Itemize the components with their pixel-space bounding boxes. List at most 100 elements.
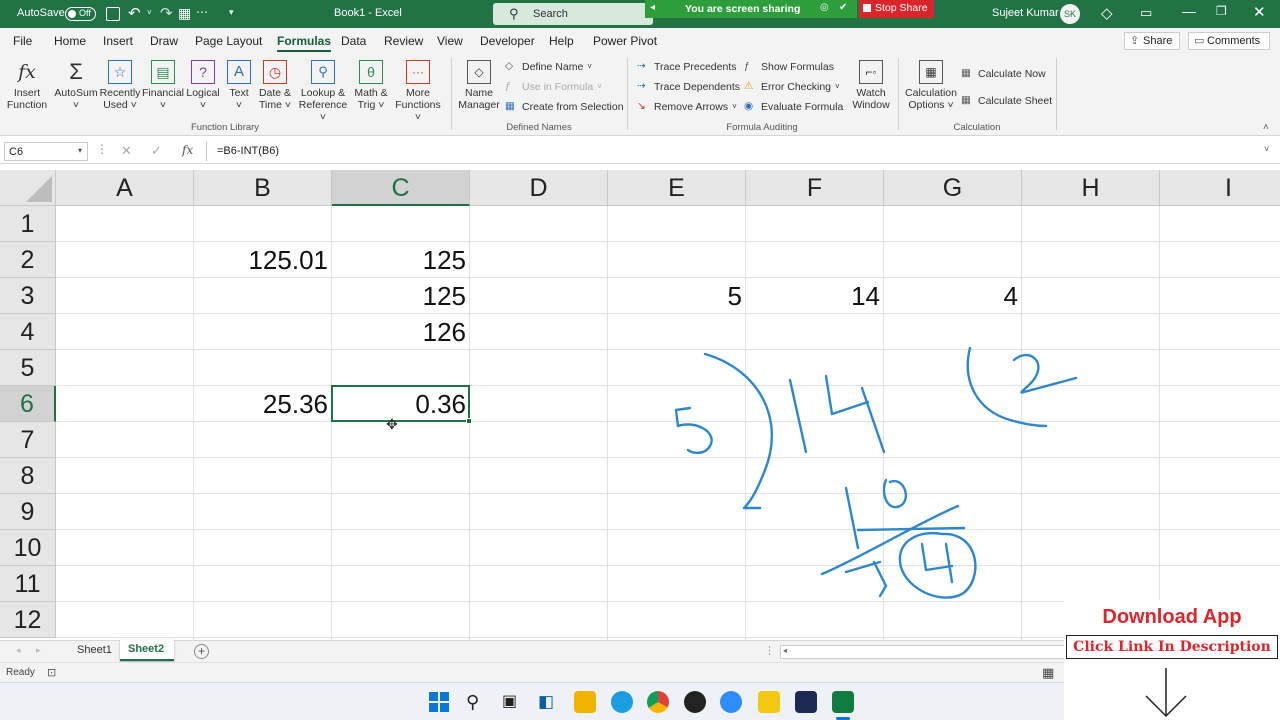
scroll-left-arrow-icon[interactable]: ◂ — [783, 646, 787, 655]
tab-view[interactable]: View — [437, 34, 463, 48]
tab-help[interactable]: Help — [549, 34, 574, 48]
tab-file[interactable]: File — [13, 34, 32, 48]
tab-split-handle-icon[interactable]: ⋮ — [764, 644, 775, 657]
enter-icon[interactable]: ✓ — [151, 143, 162, 159]
normal-view-icon[interactable]: ▦ — [1042, 665, 1054, 681]
tab-developer[interactable]: Developer — [480, 34, 535, 48]
search-icon[interactable]: ⚲ — [466, 691, 488, 713]
tab-draw[interactable]: Draw — [150, 34, 178, 48]
date-time-button[interactable]: ◷ Date & Time ˅ — [256, 60, 294, 111]
task-view-icon[interactable]: ▣ — [502, 691, 524, 713]
insert-function-fx-icon[interactable]: fx — [182, 143, 193, 157]
insert-function-button[interactable]: fx Insert Function — [6, 60, 48, 111]
calculate-sheet-button[interactable]: ▦ Calculate Sheet — [961, 94, 1052, 107]
add-sheet-icon[interactable]: + — [194, 644, 209, 659]
stop-share-button[interactable]: Stop Share — [859, 0, 934, 18]
chrome-icon[interactable] — [647, 691, 669, 713]
name-box[interactable]: C6 ▾ — [4, 142, 88, 161]
redo-icon[interactable]: ↷ — [160, 4, 173, 22]
share-indicator-icon: ◂ — [650, 2, 656, 13]
macro-record-icon[interactable]: ⊡ — [47, 666, 56, 679]
save-icon[interactable] — [106, 7, 120, 21]
restore-icon[interactable]: ❐ — [1216, 4, 1227, 18]
pause-icon[interactable]: ◎ — [820, 2, 829, 13]
undo-icon[interactable]: ↶ — [128, 4, 141, 22]
tab-page-layout[interactable]: Page Layout — [195, 34, 262, 48]
sheet-tab-sheet2[interactable]: Sheet2 — [120, 640, 174, 661]
scroll-left-icon[interactable]: ◂ — [16, 645, 21, 656]
text-button[interactable]: A Text ˅ — [224, 60, 254, 111]
magnifier-icon: ⚲ — [311, 60, 335, 84]
download-app-text[interactable]: Download App — [1064, 606, 1280, 629]
logical-button[interactable]: ? Logical ˅ — [184, 60, 222, 111]
excel-icon[interactable] — [832, 691, 854, 713]
scroll-right-icon[interactable]: ▸ — [36, 645, 41, 656]
ribbon-display-icon[interactable]: ▭ — [1140, 5, 1152, 21]
ink-digit-5 — [674, 406, 713, 455]
autosum-l2: ˅ — [72, 99, 80, 111]
app-icon[interactable] — [684, 691, 706, 713]
borders-icon[interactable]: ▦ — [178, 5, 191, 22]
define-name-button[interactable]: ◇ Define Name ˅ — [505, 60, 592, 73]
close-icon[interactable]: ✕ — [1253, 3, 1266, 21]
formula-input[interactable]: =B6-INT(B6) — [206, 142, 1266, 161]
more-commands-icon[interactable]: ⋯ — [196, 5, 209, 19]
sheet-tab-sheet1[interactable]: Sheet1 — [68, 641, 120, 661]
zoom-icon[interactable] — [720, 691, 742, 713]
share-button[interactable]: ⇪ Share — [1124, 32, 1180, 50]
text-a-icon: A — [227, 60, 251, 84]
user-avatar[interactable]: SK — [1060, 4, 1080, 24]
diamond-icon[interactable]: ◇ — [1101, 4, 1113, 22]
globe-app-icon[interactable] — [795, 691, 817, 713]
trace-dependents-button[interactable]: ⇢ Trace Dependents — [637, 80, 740, 93]
more-functions-button[interactable]: ··· More Functions ˅ — [391, 60, 445, 123]
tab-formulas[interactable]: Formulas — [277, 34, 332, 52]
error-checking-button[interactable]: ⚠ Error Checking ˅ — [744, 80, 840, 93]
comments-button[interactable]: ▭ Comments — [1188, 32, 1270, 50]
lookup-reference-button[interactable]: ⚲ Lookup & Reference ˅ — [295, 60, 351, 123]
expand-formula-bar-icon[interactable]: ˅ — [1264, 144, 1269, 154]
minimize-icon[interactable]: — — [1182, 3, 1196, 19]
name-manager-button[interactable]: ◇ Name Manager — [457, 60, 501, 111]
name-manager-l2: Manager — [458, 99, 500, 111]
remove-arrows-button[interactable]: ↘ Remove Arrows ˅ — [637, 100, 737, 113]
collapse-ribbon-icon[interactable]: ˄ — [1263, 122, 1269, 133]
recently-used-button[interactable]: ☆ Recently Used ˅ — [99, 60, 141, 111]
date-time-l2: Time ˅ — [259, 99, 291, 111]
ink-remainder-4 — [920, 542, 954, 584]
create-from-selection-button[interactable]: ▦ Create from Selection — [505, 100, 624, 113]
screen-sharing-banner: ◂ You are screen sharing ◎ ✔ — [645, 0, 857, 18]
financial-button[interactable]: ▤ Financial ˅ — [141, 60, 185, 111]
math-trig-button[interactable]: θ Math & Trig ˅ — [352, 60, 390, 111]
widgets-icon[interactable]: ◧ — [538, 691, 560, 713]
use-in-formula-button[interactable]: ƒ Use in Formula ˅ — [505, 80, 602, 93]
customize-qat-icon[interactable]: ▾ — [229, 7, 234, 18]
tab-insert[interactable]: Insert — [103, 34, 133, 48]
worksheet-grid[interactable]: ABCDEFGHI 1 2 3 4 5 6 7 8 9 10 11 12 125.01 125 125 5 1… — [0, 170, 1280, 640]
power-bi-icon[interactable] — [758, 691, 780, 713]
function-library-label: Function Library — [190, 122, 260, 133]
edge-icon[interactable] — [611, 691, 633, 713]
evaluate-formula-button[interactable]: ◉ Evaluate Formula — [744, 100, 843, 113]
show-formulas-button[interactable]: ƒ Show Formulas — [744, 60, 834, 73]
autosum-button[interactable]: Σ AutoSum ˅ — [54, 60, 98, 112]
windows-start-icon[interactable] — [428, 691, 450, 713]
calculate-now-button[interactable]: ▦ Calculate Now — [961, 67, 1046, 80]
autosave-toggle[interactable]: Off — [65, 7, 96, 21]
file-explorer-icon[interactable] — [574, 691, 596, 713]
cancel-icon[interactable]: ✕ — [121, 143, 132, 159]
tab-home[interactable]: Home — [54, 34, 86, 48]
search-box[interactable]: ⚲ Search — [493, 3, 653, 25]
undo-dropdown-icon[interactable]: ˅ — [147, 8, 152, 17]
check-icon[interactable]: ✔ — [839, 2, 847, 13]
watch-window-button[interactable]: ⌐◦ Watch Window — [850, 60, 892, 111]
tab-power-pivot[interactable]: Power Pivot — [593, 34, 657, 48]
trace-precedents-button[interactable]: ⇢ Trace Precedents — [637, 60, 736, 73]
click-link-text[interactable]: Click Link In Description — [1066, 635, 1278, 659]
tab-data[interactable]: Data — [341, 34, 366, 48]
calculation-options-button[interactable]: ▦ Calculation Options ˅ — [903, 60, 959, 111]
horizontal-scrollbar[interactable]: ◂ — [780, 645, 1066, 659]
comment-icon: ▭ — [1194, 35, 1205, 47]
tab-review[interactable]: Review — [384, 34, 423, 48]
stop-icon — [863, 4, 871, 12]
